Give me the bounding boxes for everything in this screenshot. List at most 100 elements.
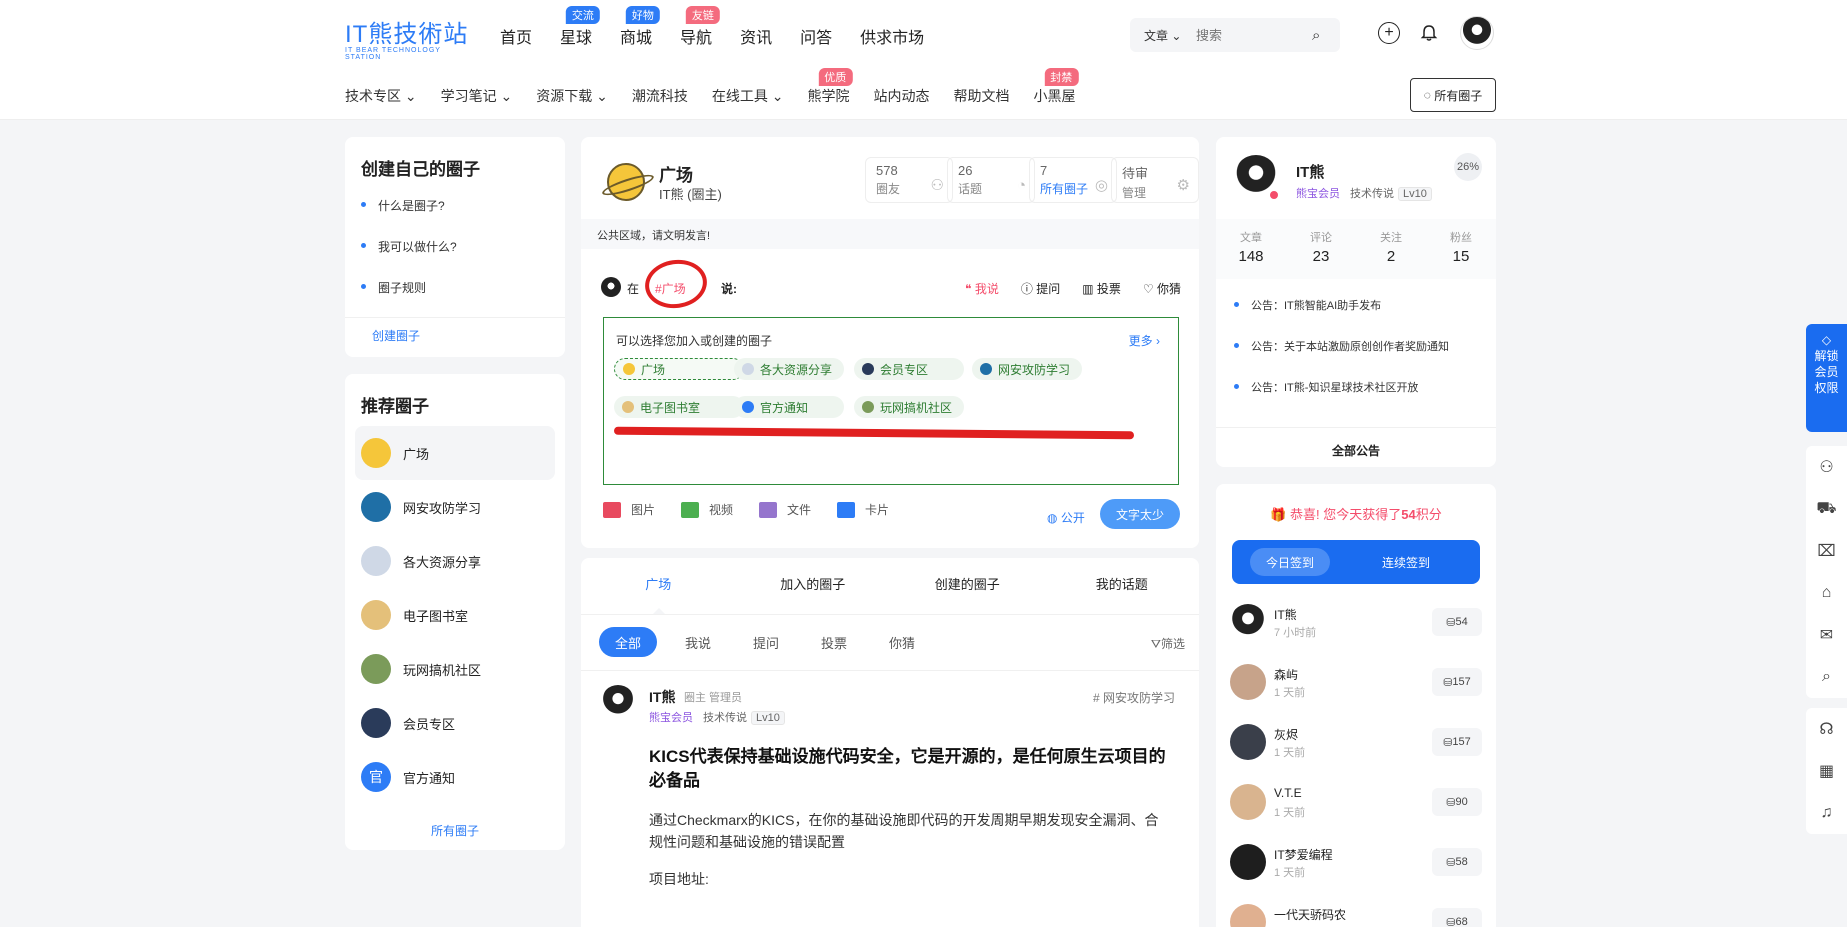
all-circles-link[interactable]: 所有圈子 bbox=[345, 822, 565, 839]
subnav-item-help[interactable]: 帮助文档 bbox=[954, 86, 1010, 106]
submit-button[interactable]: 文字太少 bbox=[1100, 499, 1180, 529]
subnav-item-downloads[interactable]: 资源下载 ⌄ bbox=[536, 86, 608, 106]
subnav-item-tech[interactable]: 技术专区 ⌄ bbox=[345, 86, 417, 106]
subnav-item-trend[interactable]: 潮流科技 bbox=[632, 86, 688, 106]
stat-manage[interactable]: 待审 管理 ⚙ bbox=[1111, 157, 1199, 203]
list-item[interactable]: V.T.E 1 天前 ⛁ 90 bbox=[1230, 778, 1482, 838]
nav-item-qa[interactable]: 问答 bbox=[800, 24, 832, 48]
stat-members[interactable]: 578 圈友 ⚇ bbox=[865, 157, 953, 203]
stat-articles[interactable]: 文章 148 bbox=[1216, 219, 1286, 279]
visibility-select[interactable]: ◍ 公开 bbox=[1047, 509, 1085, 526]
nav-item-navigation[interactable]: 导航 友链 bbox=[680, 6, 720, 48]
nav-item-market[interactable]: 供求市场 bbox=[860, 24, 924, 48]
site-logo[interactable]: IT熊技術站 IT BEAR TECHNOLOGY STATION bbox=[345, 14, 475, 61]
circle-chip[interactable]: 广场 bbox=[614, 358, 744, 380]
user-icon[interactable]: ⚇ bbox=[1806, 446, 1847, 488]
circle-chip[interactable]: 会员专区 bbox=[854, 358, 964, 380]
nav-item-news[interactable]: 资讯 bbox=[740, 24, 772, 48]
qrcode-icon[interactable]: ▦ bbox=[1806, 750, 1847, 792]
circle-chip[interactable]: 网安攻防学习 bbox=[972, 358, 1082, 380]
filter-button[interactable]: ⛛筛选 bbox=[1151, 635, 1185, 652]
post-type-guess[interactable]: ♡ 你猜 bbox=[1143, 280, 1181, 297]
filter-say[interactable]: 我说 bbox=[685, 627, 711, 657]
circle-chip[interactable]: 官方通知 bbox=[734, 396, 844, 418]
post-circle-tag[interactable]: # 网安攻防学习 bbox=[1093, 689, 1175, 706]
post-type-vote[interactable]: ▥ 投票 bbox=[1082, 280, 1121, 297]
stat-comments[interactable]: 评论 23 bbox=[1286, 219, 1356, 279]
search-icon[interactable]: ⌕ bbox=[1312, 27, 1320, 44]
tab-my-topics[interactable]: 我的话题 bbox=[1045, 574, 1200, 593]
subnav-item-notes[interactable]: 学习笔记 ⌄ bbox=[441, 86, 513, 106]
recommended-item[interactable]: 网安攻防学习 bbox=[355, 480, 555, 534]
circle-owner[interactable]: IT熊 (圈主) bbox=[659, 184, 722, 203]
nav-item-home[interactable]: 首页 bbox=[500, 24, 532, 48]
ticket-icon[interactable]: ⌧ bbox=[1806, 530, 1847, 572]
all-circles-button[interactable]: ◌ 所有圈子 bbox=[1410, 78, 1496, 112]
list-item[interactable]: IT熊 7 小时前 ⛁ 54 bbox=[1230, 598, 1482, 658]
post-type-say[interactable]: ❝ 我说 bbox=[965, 280, 999, 297]
tab-plaza[interactable]: 广场 bbox=[581, 574, 736, 593]
stat-following[interactable]: 关注 2 bbox=[1356, 219, 1426, 279]
list-item[interactable]: 一代天骄码农 ⛁ 68 bbox=[1230, 898, 1482, 927]
stat-followers[interactable]: 粉丝 15 bbox=[1426, 219, 1496, 279]
recommended-item[interactable]: 各大资源分享 bbox=[355, 534, 555, 588]
checkin-today-button[interactable]: 今日签到 bbox=[1250, 548, 1330, 576]
stat-topics[interactable]: 26 话题 ◔ bbox=[947, 157, 1035, 203]
search-icon[interactable]: ⌕ bbox=[1806, 656, 1847, 698]
insert-card-button[interactable]: 卡片 bbox=[837, 501, 889, 518]
post-author[interactable]: IT熊 bbox=[649, 687, 675, 707]
mail-icon[interactable]: ✉ bbox=[1806, 614, 1847, 656]
announcement-item[interactable]: 公告：IT熊智能AI助手发布 bbox=[1234, 297, 1449, 338]
filter-vote[interactable]: 投票 bbox=[821, 627, 847, 657]
more-link[interactable]: 更多 › bbox=[1129, 332, 1160, 349]
plus-icon[interactable]: + bbox=[1378, 22, 1400, 44]
insert-image-button[interactable]: 图片 bbox=[603, 501, 655, 518]
create-circle-link[interactable]: 创建圈子 bbox=[372, 327, 420, 344]
filter-all[interactable]: 全部 bbox=[599, 627, 658, 657]
insert-file-button[interactable]: 文件 bbox=[759, 501, 811, 518]
all-announcements-link[interactable]: 全部公告 bbox=[1216, 442, 1496, 459]
search-input[interactable] bbox=[1196, 27, 1306, 43]
subnav-item-academy[interactable]: 熊学院 优质 bbox=[808, 68, 853, 106]
help-item[interactable]: 圈子规则 bbox=[361, 279, 457, 320]
recommended-item[interactable]: 官官方通知 bbox=[355, 750, 555, 804]
unlock-vip-button[interactable]: ◇ 解锁 会员 权限 bbox=[1806, 324, 1847, 432]
list-item[interactable]: 灰烬 1 天前 ⛁ 157 bbox=[1230, 718, 1482, 778]
filter-guess[interactable]: 你猜 bbox=[889, 627, 915, 657]
circle-chip[interactable]: 玩网搞机社区 bbox=[854, 396, 964, 418]
subnav-item-updates[interactable]: 站内动态 bbox=[874, 86, 930, 106]
help-item[interactable]: 我可以做什么? bbox=[361, 238, 457, 279]
stat-all-circles[interactable]: 7 所有圈子 ◎ bbox=[1029, 157, 1117, 203]
insert-video-button[interactable]: 视频 bbox=[681, 501, 733, 518]
post-type-question[interactable]: ⓘ 提问 bbox=[1021, 280, 1060, 297]
subnav-item-blackroom[interactable]: 小黑屋 封禁 bbox=[1034, 68, 1079, 106]
recommended-item[interactable]: 广场 bbox=[355, 426, 555, 480]
avatar[interactable] bbox=[601, 685, 635, 719]
checkin-continuous-button[interactable]: 连续签到 bbox=[1382, 554, 1430, 571]
announcement-item[interactable]: 公告：关于本站激励原创创作者奖励通知 bbox=[1234, 338, 1449, 379]
nav-item-planet[interactable]: 星球 交流 bbox=[560, 6, 600, 48]
list-item[interactable]: IT梦爱编程 1 天前 ⛁ 58 bbox=[1230, 838, 1482, 898]
subnav-item-tools[interactable]: 在线工具 ⌄ bbox=[712, 86, 784, 106]
announcement-item[interactable]: 公告：IT熊-知识星球技术社区开放 bbox=[1234, 379, 1449, 420]
recommended-item[interactable]: 电子图书室 bbox=[355, 588, 555, 642]
circle-chip[interactable]: 电子图书室 bbox=[614, 396, 744, 418]
bell-icon[interactable] bbox=[1418, 22, 1440, 44]
recommended-item[interactable]: 会员专区 bbox=[355, 696, 555, 750]
tab-joined[interactable]: 加入的圈子 bbox=[736, 574, 891, 593]
list-item[interactable]: 森屿 1 天前 ⛁ 157 bbox=[1230, 658, 1482, 718]
cart-icon[interactable]: ⛟ bbox=[1806, 488, 1847, 530]
profile-name[interactable]: IT熊 bbox=[1296, 161, 1324, 182]
post-title[interactable]: KICS代表保持基础设施代码安全，它是开源的，是任何原生云项目的必备品 bbox=[649, 745, 1169, 793]
filter-question[interactable]: 提问 bbox=[753, 627, 779, 657]
recommended-item[interactable]: 玩网搞机社区 bbox=[355, 642, 555, 696]
search-category-select[interactable]: 文章 ⌄ bbox=[1144, 27, 1196, 44]
nav-item-mall[interactable]: 商城 好物 bbox=[620, 6, 660, 48]
tab-created[interactable]: 创建的圈子 bbox=[890, 574, 1045, 593]
help-item[interactable]: 什么是圈子? bbox=[361, 197, 457, 238]
gift-icon[interactable]: ⌂ bbox=[1806, 572, 1847, 614]
user-avatar[interactable] bbox=[1460, 16, 1494, 50]
circle-chip[interactable]: 各大资源分享 bbox=[734, 358, 844, 380]
bell-icon[interactable]: ♫ bbox=[1806, 792, 1847, 834]
headset-icon[interactable]: ☊ bbox=[1806, 708, 1847, 750]
